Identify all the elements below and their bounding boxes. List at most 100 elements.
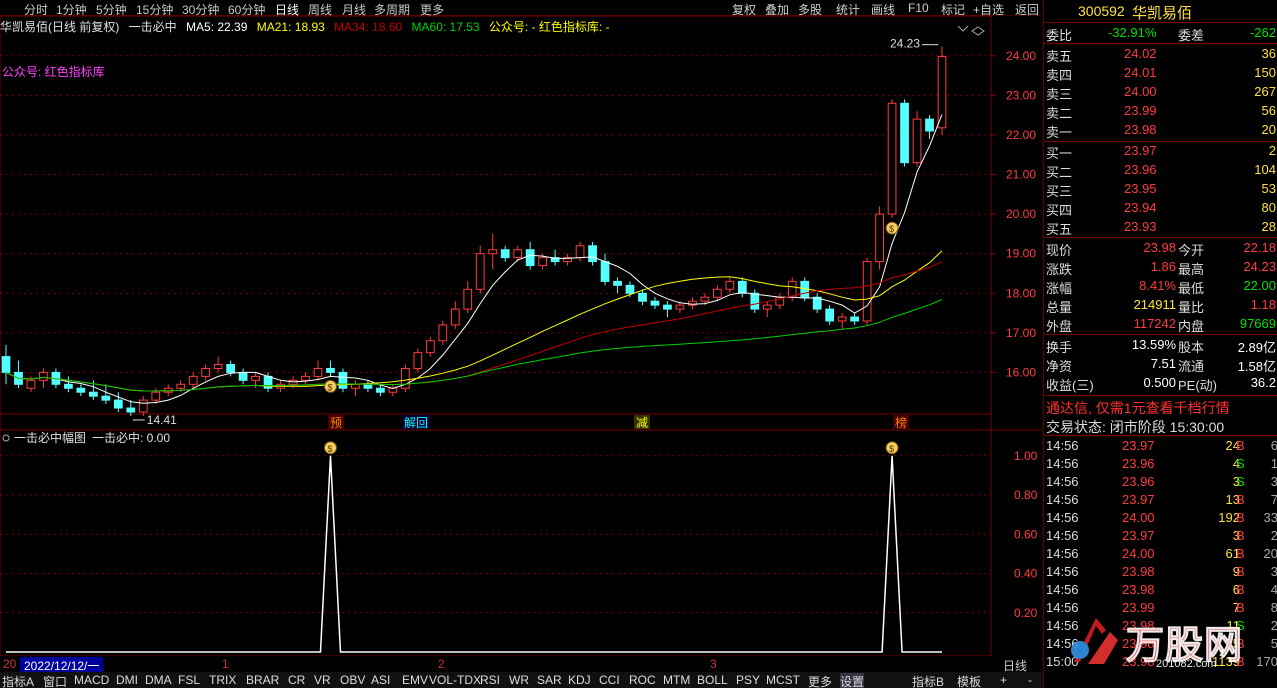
candle[interactable] bbox=[900, 99, 909, 167]
candle[interactable] bbox=[363, 380, 373, 393]
candle[interactable] bbox=[64, 376, 73, 393]
candle[interactable] bbox=[113, 392, 123, 412]
indicator-tab[interactable]: VR bbox=[314, 673, 331, 687]
indicator-tab[interactable]: BRAR bbox=[246, 673, 279, 687]
candle[interactable] bbox=[351, 380, 360, 397]
candle[interactable] bbox=[762, 301, 772, 318]
candle[interactable] bbox=[413, 348, 423, 373]
chevron-down-icon[interactable] bbox=[957, 25, 969, 32]
sell-row[interactable]: 卖二 23.99 56 bbox=[1044, 102, 1277, 121]
candle[interactable] bbox=[400, 364, 410, 393]
candle[interactable] bbox=[39, 368, 48, 389]
indicator-tab[interactable]: RSI bbox=[480, 673, 500, 687]
candle[interactable] bbox=[500, 245, 510, 262]
candle[interactable] bbox=[775, 293, 785, 310]
indicator-tab[interactable]: 窗口 bbox=[43, 673, 67, 688]
indicator-tab[interactable]: 更多 bbox=[808, 673, 832, 688]
candle[interactable] bbox=[213, 356, 223, 373]
indicator-tab[interactable]: VOL-TDX bbox=[429, 673, 481, 687]
candle[interactable] bbox=[837, 313, 847, 329]
event-tag[interactable]: 解回 bbox=[404, 416, 428, 430]
ad-row[interactable]: 通达信, 仅需1元查看千档行情 bbox=[1044, 397, 1277, 416]
ad-text[interactable]: 通达信, 仅需1元查看千档行情 bbox=[1046, 398, 1230, 418]
candle[interactable] bbox=[425, 336, 435, 357]
collapse-icon[interactable] bbox=[2, 434, 10, 442]
candle[interactable] bbox=[488, 233, 498, 270]
buy-row[interactable]: 买二 23.96 104 bbox=[1044, 161, 1277, 180]
buy-row[interactable]: 买四 23.94 80 bbox=[1044, 199, 1277, 218]
candle[interactable] bbox=[663, 301, 672, 318]
candle[interactable] bbox=[1, 344, 11, 385]
candle[interactable] bbox=[188, 372, 198, 389]
tab-control[interactable]: + bbox=[1000, 673, 1007, 687]
indicator-tab[interactable]: EMV bbox=[402, 673, 428, 687]
indicator-tab[interactable]: BOLL bbox=[697, 673, 728, 687]
event-tag[interactable]: 减 bbox=[636, 416, 648, 430]
candle[interactable] bbox=[887, 99, 897, 219]
indicator-tab[interactable]: ASI bbox=[371, 673, 390, 687]
indicator-tab[interactable]: 指标A bbox=[2, 673, 34, 688]
candle[interactable] bbox=[313, 360, 323, 381]
candle[interactable] bbox=[388, 384, 398, 397]
indicator-tab[interactable]: ROC bbox=[629, 673, 656, 687]
indicator-tab[interactable]: TRIX bbox=[209, 673, 236, 687]
candle[interactable] bbox=[563, 253, 572, 266]
candle[interactable] bbox=[450, 301, 460, 329]
indicator-tab[interactable]: MCST bbox=[766, 673, 800, 687]
candle[interactable] bbox=[326, 360, 335, 377]
buy-row[interactable]: 买一 23.97 2 bbox=[1044, 142, 1277, 161]
diamond-icon[interactable] bbox=[971, 26, 985, 36]
candle[interactable] bbox=[600, 253, 610, 286]
candle[interactable] bbox=[575, 241, 585, 262]
candle[interactable] bbox=[650, 297, 660, 310]
candle[interactable] bbox=[238, 368, 248, 385]
indicator-tab[interactable]: CCI bbox=[599, 673, 620, 687]
indicator-tab[interactable]: DMI bbox=[116, 673, 138, 687]
money-bag-icon[interactable]: $ bbox=[885, 221, 899, 235]
candle[interactable] bbox=[725, 277, 735, 294]
candle[interactable] bbox=[850, 313, 860, 325]
tab-control[interactable]: - bbox=[1028, 673, 1032, 687]
candle[interactable] bbox=[14, 360, 23, 389]
sell-row[interactable]: 卖五 24.02 36 bbox=[1044, 45, 1277, 64]
candle[interactable] bbox=[588, 241, 597, 266]
sell-row[interactable]: 卖三 24.00 267 bbox=[1044, 83, 1277, 102]
indicator-tab[interactable]: 模板 bbox=[957, 673, 981, 688]
sell-row[interactable]: 卖四 24.01 150 bbox=[1044, 64, 1277, 83]
indicator-tab[interactable]: WR bbox=[509, 673, 529, 687]
candle[interactable] bbox=[463, 281, 473, 314]
event-tag[interactable]: 预 bbox=[330, 416, 342, 430]
sell-row[interactable]: 卖一 23.98 20 bbox=[1044, 121, 1277, 140]
indicator-tab[interactable]: MACD bbox=[74, 673, 109, 687]
candle[interactable] bbox=[925, 115, 934, 139]
indicator-tab[interactable]: 指标B bbox=[912, 673, 944, 688]
candle[interactable] bbox=[301, 372, 310, 385]
candle[interactable] bbox=[912, 111, 922, 167]
candle[interactable] bbox=[862, 257, 872, 325]
candle[interactable] bbox=[825, 305, 835, 325]
indicator-tab[interactable]: OBV bbox=[340, 673, 365, 687]
candle[interactable] bbox=[875, 206, 884, 270]
indicator-tab[interactable]: CR bbox=[288, 673, 305, 687]
indicator-tab[interactable]: KDJ bbox=[568, 673, 591, 687]
buy-row[interactable]: 买五 23.93 28 bbox=[1044, 218, 1277, 237]
indicator-tab[interactable]: FSL bbox=[178, 673, 200, 687]
candle[interactable] bbox=[475, 245, 485, 294]
event-tag[interactable]: 榜 bbox=[895, 415, 907, 430]
candle[interactable] bbox=[750, 289, 760, 314]
indicator-tab[interactable]: DMA bbox=[145, 673, 172, 687]
candle[interactable] bbox=[201, 364, 211, 381]
money-bag-icon[interactable]: $ bbox=[323, 379, 337, 393]
indicator-tab[interactable]: MTM bbox=[663, 673, 690, 687]
candle[interactable] bbox=[812, 293, 822, 314]
candle[interactable] bbox=[688, 297, 697, 310]
indicator-tab[interactable]: PSY bbox=[736, 673, 760, 687]
candle[interactable] bbox=[101, 384, 111, 405]
candle[interactable] bbox=[76, 384, 86, 397]
kline-chart[interactable]: 24.0023.0022.0021.0020.0019.0018.0017.00… bbox=[0, 0, 1042, 688]
candle[interactable] bbox=[438, 320, 448, 345]
sub-title[interactable]: 一击必中幅图 bbox=[14, 430, 86, 445]
candle[interactable] bbox=[737, 277, 747, 298]
candle[interactable] bbox=[613, 277, 622, 294]
buy-row[interactable]: 买三 23.95 53 bbox=[1044, 180, 1277, 199]
